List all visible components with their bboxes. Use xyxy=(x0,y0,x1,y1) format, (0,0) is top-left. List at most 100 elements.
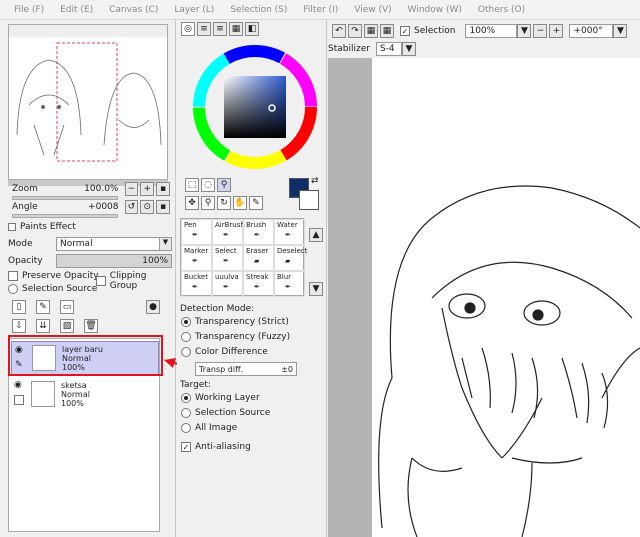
zoom-in-button[interactable]: + xyxy=(140,182,155,196)
palette-tab-icon[interactable]: ▦ xyxy=(229,22,243,36)
target-radio-all[interactable] xyxy=(181,423,191,433)
transfer-down-icon[interactable]: ⇩ xyxy=(12,319,26,333)
rgb-slider-tab-icon[interactable]: ≡ xyxy=(197,22,211,36)
layer-lock-checkbox[interactable] xyxy=(14,395,24,405)
delete-layer-icon[interactable]: 🗑 xyxy=(84,319,98,333)
scroll-down-button[interactable]: ▼ xyxy=(309,282,323,296)
eyedropper-icon[interactable]: ✎ xyxy=(249,196,263,210)
selection-checkbox[interactable]: ✓ xyxy=(400,26,410,36)
zoom-plus-icon[interactable]: + xyxy=(549,24,564,38)
zoom-out-button[interactable]: − xyxy=(124,182,139,196)
pen-icon: ✒ xyxy=(192,231,198,239)
hand-icon[interactable]: ✋ xyxy=(233,196,247,210)
zoom-reset-button[interactable]: ▪ xyxy=(156,182,170,196)
swap-colors-icon[interactable]: ⇄ xyxy=(311,176,319,186)
angle-dropdown-icon[interactable]: ▼ xyxy=(613,24,628,38)
zoom-select[interactable]: 100% xyxy=(465,24,518,38)
menu-window[interactable]: Window (W) xyxy=(408,5,462,15)
opacity-slider[interactable]: 100% xyxy=(56,254,172,268)
flip-button[interactable]: ⊙ xyxy=(140,200,155,214)
secondary-color-swatch[interactable] xyxy=(299,190,319,210)
zoom-icon[interactable]: ⚲ xyxy=(201,196,215,210)
hsv-slider-tab-icon[interactable]: ≡ xyxy=(213,22,227,36)
menu-canvas[interactable]: Canvas (C) xyxy=(109,5,158,15)
selection-source-row[interactable]: Selection Source xyxy=(8,284,97,294)
detection-radio-fuzzy[interactable] xyxy=(181,332,191,342)
target-option-2[interactable]: Selection Source xyxy=(181,408,270,418)
target-radio-working[interactable] xyxy=(181,393,191,403)
zoom-minus-icon[interactable]: − xyxy=(533,24,548,38)
invert-selection-icon[interactable]: ▦ xyxy=(380,24,394,38)
undo-icon[interactable]: ↶ xyxy=(332,24,346,38)
tool-eraser[interactable]: Eraser ▰ xyxy=(243,245,274,271)
move-icon[interactable]: ✥ xyxy=(185,196,199,210)
menu-selection[interactable]: Selection (S) xyxy=(230,5,287,15)
tool-water[interactable]: Water ✒ xyxy=(274,219,305,245)
stabilizer-dropdown-icon[interactable]: ▼ xyxy=(401,42,416,56)
zoom-row: Zoom 100.0% − + ▪ xyxy=(12,182,172,196)
target-radio-selection[interactable] xyxy=(181,408,191,418)
menu-layer[interactable]: Layer (L) xyxy=(174,5,214,15)
rect-select-icon[interactable]: ⬚ xyxy=(185,178,199,192)
detection-radio-strict[interactable] xyxy=(181,317,191,327)
stabilizer-select[interactable]: S-4 xyxy=(375,42,402,56)
eye-icon[interactable]: ◉ xyxy=(14,380,22,390)
preserve-opacity-checkbox[interactable] xyxy=(8,271,18,281)
anti-aliasing-checkbox[interactable]: ✓ xyxy=(181,442,191,452)
clear-layer-icon[interactable]: ▧ xyxy=(60,319,74,333)
tool-marker[interactable]: Marker ✒ xyxy=(181,245,212,271)
new-layer-icon[interactable]: ▯ xyxy=(12,300,26,314)
new-linework-icon[interactable]: ✎ xyxy=(36,300,50,314)
layer-options-icon[interactable]: ● xyxy=(146,300,160,314)
merge-down-icon[interactable]: ⇊ xyxy=(36,319,50,333)
selection-source-radio[interactable] xyxy=(8,284,18,294)
detection-option-3[interactable]: Color Difference xyxy=(181,347,268,357)
paints-effect-header[interactable]: Paints Effect xyxy=(8,222,76,232)
menu-edit[interactable]: Edit (E) xyxy=(60,5,93,15)
layer-item-sketsa[interactable]: ◉ sketsa Normal 100% xyxy=(11,377,159,411)
drawing-canvas[interactable] xyxy=(372,58,640,537)
tool-label: Bucket xyxy=(184,273,208,281)
tool-select[interactable]: Select ✒ xyxy=(212,245,243,271)
tool-brush[interactable]: Brush ✒ xyxy=(243,219,274,245)
tool-deselect[interactable]: Deselect ▰ xyxy=(274,245,308,271)
target-option-1[interactable]: Working Layer xyxy=(181,393,260,403)
transp-diff-field[interactable]: Transp diff. ±0 xyxy=(195,362,297,376)
menu-filter[interactable]: Filter (I) xyxy=(303,5,338,15)
canvas-area[interactable] xyxy=(328,58,640,537)
color-wheel-tab-icon[interactable]: ◎ xyxy=(181,22,195,36)
mode-select[interactable]: Normal ▼ xyxy=(56,237,172,251)
detection-radio-color[interactable] xyxy=(181,347,191,357)
preserve-opacity-row[interactable]: Preserve Opacity xyxy=(8,271,99,281)
lasso-icon[interactable]: ◌ xyxy=(201,178,215,192)
tool-airbrush[interactable]: AirBrush ✒ xyxy=(212,219,245,245)
scratchpad-tab-icon[interactable]: ◧ xyxy=(245,22,259,36)
zoom-dropdown-icon[interactable]: ▼ xyxy=(517,24,532,38)
redo-icon[interactable]: ↷ xyxy=(348,24,362,38)
new-folder-icon[interactable]: ▭ xyxy=(60,300,74,314)
navigator-preview[interactable] xyxy=(8,24,168,180)
tool-blur[interactable]: Blur ✒ xyxy=(274,271,305,297)
rotate-button[interactable]: ↺ xyxy=(124,200,139,214)
menu-file[interactable]: File (F) xyxy=(14,5,44,15)
angle-reset-button[interactable]: ▪ xyxy=(156,200,170,214)
target-option-3[interactable]: All Image xyxy=(181,423,237,433)
tool-streak[interactable]: Streak ✒ xyxy=(243,271,274,297)
color-wheel[interactable] xyxy=(192,44,318,170)
menu-others[interactable]: Others (O) xyxy=(478,5,525,15)
deselect-toolbar-icon[interactable]: ▦ xyxy=(364,24,378,38)
anti-aliasing-row[interactable]: ✓ Anti-aliasing xyxy=(181,442,251,452)
angle-slider[interactable] xyxy=(12,214,118,218)
angle-select[interactable]: +000° xyxy=(569,24,614,38)
detection-option-2[interactable]: Transparency (Fuzzy) xyxy=(181,332,290,342)
tool-pen[interactable]: Pen ✒ xyxy=(181,219,212,245)
detection-option-1[interactable]: Transparency (Strict) xyxy=(181,317,289,327)
scroll-up-button[interactable]: ▲ xyxy=(309,228,323,242)
clipping-group-row[interactable]: Clipping Group xyxy=(96,271,175,291)
clipping-group-checkbox[interactable] xyxy=(96,276,106,286)
menu-view[interactable]: View (V) xyxy=(354,5,391,15)
tool-uuulva[interactable]: uuulva ✒ xyxy=(212,271,243,297)
tool-bucket[interactable]: Bucket ✒ xyxy=(181,271,212,297)
rotate-icon[interactable]: ↻ xyxy=(217,196,231,210)
magic-wand-icon[interactable]: ⚲ xyxy=(217,178,231,192)
